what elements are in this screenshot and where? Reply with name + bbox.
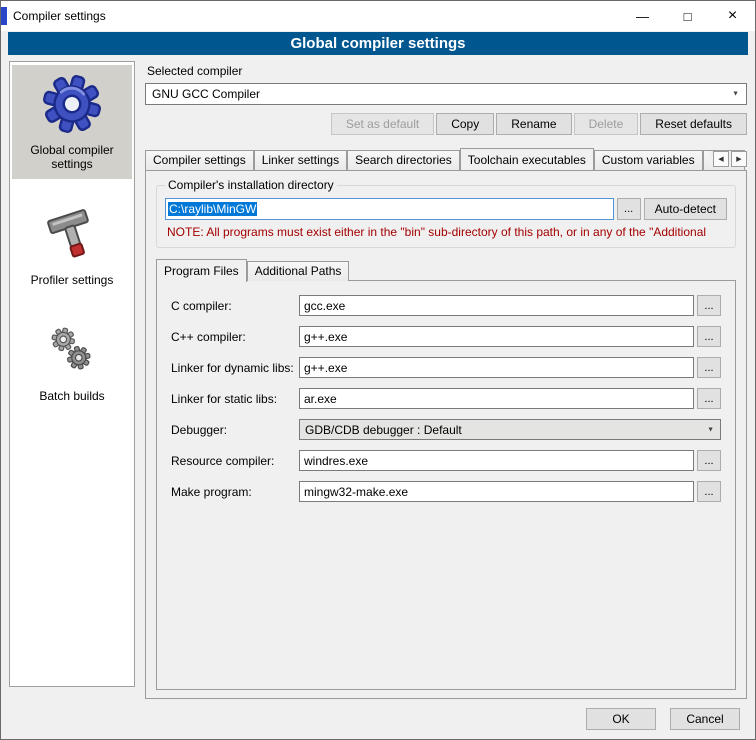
window-controls: — □ ×	[620, 1, 755, 31]
debugger-select-value: GDB/CDB debugger : Default	[305, 423, 462, 437]
sidebar-item-label: Profiler settings	[31, 273, 114, 287]
cpp-compiler-input[interactable]	[299, 326, 694, 347]
form-row-cpp-compiler: C++ compiler: ...	[171, 326, 721, 347]
tab-program-files[interactable]: Program Files	[156, 259, 247, 282]
maximize-icon: □	[684, 9, 692, 24]
blue-gear-icon	[41, 73, 103, 135]
dialog-header: Global compiler settings	[8, 32, 748, 55]
installation-directory-row: C:\raylib\MinGW ... Auto-detect	[165, 198, 727, 220]
dynamic-linker-browse-button[interactable]: ...	[697, 357, 721, 378]
category-sidebar: Global compiler settings Profiler settin…	[9, 61, 135, 687]
cpp-compiler-browse-button[interactable]: ...	[697, 326, 721, 347]
c-compiler-browse-button[interactable]: ...	[697, 295, 721, 316]
c-compiler-input[interactable]	[299, 295, 694, 316]
maximize-button[interactable]: □	[665, 1, 710, 31]
sidebar-item-batch-builds[interactable]: Batch builds	[12, 311, 132, 411]
dialog-footer: OK Cancel	[1, 699, 755, 739]
form-row-resource-compiler: Resource compiler: ...	[171, 450, 721, 471]
resource-compiler-browse-button[interactable]: ...	[697, 450, 721, 471]
installation-directory-group: Compiler's installation directory C:\ray…	[156, 185, 736, 248]
cancel-button[interactable]: Cancel	[670, 708, 740, 730]
tab-scroll-right-icon[interactable]: ▶	[731, 151, 747, 167]
tab-search-directories[interactable]: Search directories	[347, 150, 460, 170]
make-program-browse-button[interactable]: ...	[697, 481, 721, 502]
copy-button[interactable]: Copy	[436, 113, 494, 135]
close-button[interactable]: ×	[710, 1, 755, 31]
close-icon: ×	[728, 7, 737, 25]
reset-defaults-button[interactable]: Reset defaults	[640, 113, 747, 135]
tab-scroll-left-icon[interactable]: ◀	[713, 151, 729, 167]
form-row-c-compiler: C compiler: ...	[171, 295, 721, 316]
sidebar-item-profiler-settings[interactable]: Profiler settings	[12, 195, 132, 295]
batch-builds-gears-icon	[41, 319, 103, 381]
tab-compiler-settings[interactable]: Compiler settings	[145, 150, 254, 170]
program-files-panel: C compiler: ... C++ compiler: ... Linker…	[156, 280, 736, 690]
set-as-default-button: Set as default	[331, 113, 434, 135]
window-title: Compiler settings	[7, 9, 106, 23]
bin-subdirectory-note: NOTE: All programs must exist either in …	[167, 225, 727, 239]
form-row-static-linker: Linker for static libs: ...	[171, 388, 721, 409]
installation-directory-browse-button[interactable]: ...	[617, 198, 641, 220]
settings-tab-bar: Compiler settings Linker settings Search…	[145, 147, 747, 170]
minimize-button[interactable]: —	[620, 1, 665, 31]
installation-directory-group-title: Compiler's installation directory	[165, 178, 337, 192]
form-row-dynamic-linker: Linker for dynamic libs: ...	[171, 357, 721, 378]
dynamic-linker-label: Linker for dynamic libs:	[171, 361, 299, 375]
program-files-tab-bar: Program Files Additional Paths	[156, 258, 736, 281]
profiler-tool-icon	[41, 203, 103, 265]
tab-additional-paths[interactable]: Additional Paths	[247, 261, 350, 281]
debugger-label: Debugger:	[171, 423, 299, 437]
form-row-debugger: Debugger: GDB/CDB debugger : Default ▼	[171, 419, 721, 440]
selected-compiler-label: Selected compiler	[147, 64, 747, 78]
tab-linker-settings[interactable]: Linker settings	[254, 150, 347, 170]
make-program-label: Make program:	[171, 485, 299, 499]
tab-custom-variables[interactable]: Custom variables	[594, 150, 703, 170]
ok-button[interactable]: OK	[586, 708, 656, 730]
sidebar-item-label: Global compiler settings	[16, 143, 128, 171]
dialog-content: Global compiler settings Profiler settin…	[1, 55, 755, 699]
compiler-select[interactable]: GNU GCC Compiler ▼	[145, 83, 747, 105]
resource-compiler-label: Resource compiler:	[171, 454, 299, 468]
sidebar-item-global-compiler-settings[interactable]: Global compiler settings	[12, 65, 132, 179]
cpp-compiler-label: C++ compiler:	[171, 330, 299, 344]
delete-button: Delete	[574, 113, 639, 135]
auto-detect-button[interactable]: Auto-detect	[644, 198, 727, 220]
compiler-actions: Set as default Copy Rename Delete Reset …	[145, 113, 747, 135]
form-row-make-program: Make program: ...	[171, 481, 721, 502]
static-linker-browse-button[interactable]: ...	[697, 388, 721, 409]
minimize-icon: —	[636, 9, 649, 24]
make-program-input[interactable]	[299, 481, 694, 502]
tab-toolchain-executables[interactable]: Toolchain executables	[460, 148, 594, 170]
resource-compiler-input[interactable]	[299, 450, 694, 471]
c-compiler-label: C compiler:	[171, 299, 299, 313]
static-linker-input[interactable]	[299, 388, 694, 409]
tab-scroll-controls: ◀ ▶	[709, 151, 747, 167]
rename-button[interactable]: Rename	[496, 113, 571, 135]
installation-directory-input[interactable]: C:\raylib\MinGW	[165, 198, 614, 220]
compiler-settings-window: Compiler settings — □ × Global compiler …	[0, 0, 756, 740]
selected-text: C:\raylib\MinGW	[168, 202, 257, 216]
chevron-down-icon: ▼	[732, 91, 739, 98]
static-linker-label: Linker for static libs:	[171, 392, 299, 406]
debugger-select[interactable]: GDB/CDB debugger : Default ▼	[299, 419, 721, 440]
sidebar-item-label: Batch builds	[39, 389, 104, 403]
chevron-down-icon: ▼	[707, 426, 714, 433]
titlebar: Compiler settings — □ ×	[1, 1, 755, 31]
toolchain-executables-panel: Compiler's installation directory C:\ray…	[145, 170, 747, 699]
main-settings-area: Selected compiler GNU GCC Compiler ▼ Set…	[145, 61, 747, 699]
dynamic-linker-input[interactable]	[299, 357, 694, 378]
compiler-select-value: GNU GCC Compiler	[152, 87, 260, 101]
